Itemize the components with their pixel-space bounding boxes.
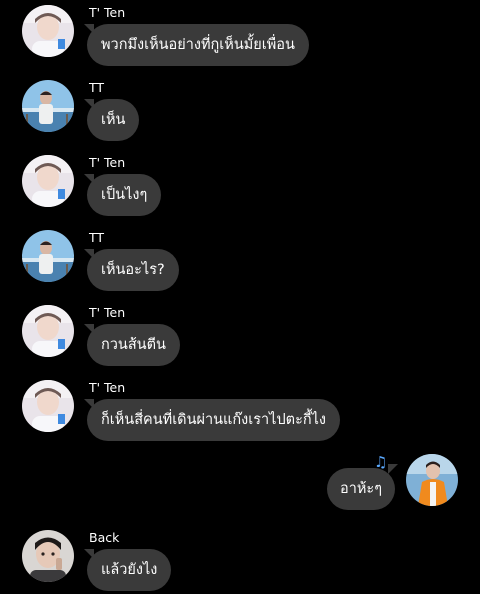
sender-name: T' Ten [89,305,126,320]
message-bubble[interactable]: ก็เห็นสี่คนที่เดินผ่านแก๊งเราไปตะกี้ไง [87,399,341,441]
sender-name: Back [89,530,120,545]
sender-name: T' Ten [89,5,126,20]
sender-avatar[interactable] [22,230,74,282]
sender-avatar[interactable] [22,530,74,582]
message-bubble[interactable]: พวกมึงเห็นอย่างที่กูเห็นมั้ยเพื่อน [87,24,309,66]
message-bubble[interactable]: อาห้ะๆ [327,468,395,510]
sender-name: T' Ten [89,380,126,395]
chat-message: TT เห็น [0,80,480,144]
sender-name: TT [89,80,105,95]
sender-name: T' Ten [89,155,126,170]
sender-avatar[interactable] [22,380,74,432]
message-bubble[interactable]: แล้วยังไง [87,549,172,591]
message-bubble[interactable]: เป็นไงๆ [87,174,162,216]
sender-avatar[interactable] [22,155,74,207]
sender-name: TT [89,230,105,245]
message-bubble[interactable]: กวนส้นตีน [87,324,180,366]
sender-avatar[interactable] [22,80,74,132]
chat-thread: T' Ten พวกมึงเห็นอย่างที่กูเห็นมั้ยเพื่อ… [0,0,480,592]
chat-message: TT เห็นอะไร? [0,230,480,294]
sender-avatar[interactable] [22,305,74,357]
self-avatar[interactable] [406,454,458,506]
chat-message: T' Ten เป็นไงๆ [0,155,480,219]
message-bubble[interactable]: เห็นอะไร? [87,249,179,291]
chat-message: T' Ten กวนส้นตีน [0,305,480,369]
chat-message: T' Ten ก็เห็นสี่คนที่เดินผ่านแก๊งเราไปตะ… [0,380,480,444]
bubble-tail [388,464,398,474]
chat-message: Back แล้วยังไง [0,530,480,594]
chat-message: T' Ten พวกมึงเห็นอย่างที่กูเห็นมั้ยเพื่อ… [0,5,480,69]
sender-avatar[interactable] [22,5,74,57]
message-bubble[interactable]: เห็น [87,99,140,141]
